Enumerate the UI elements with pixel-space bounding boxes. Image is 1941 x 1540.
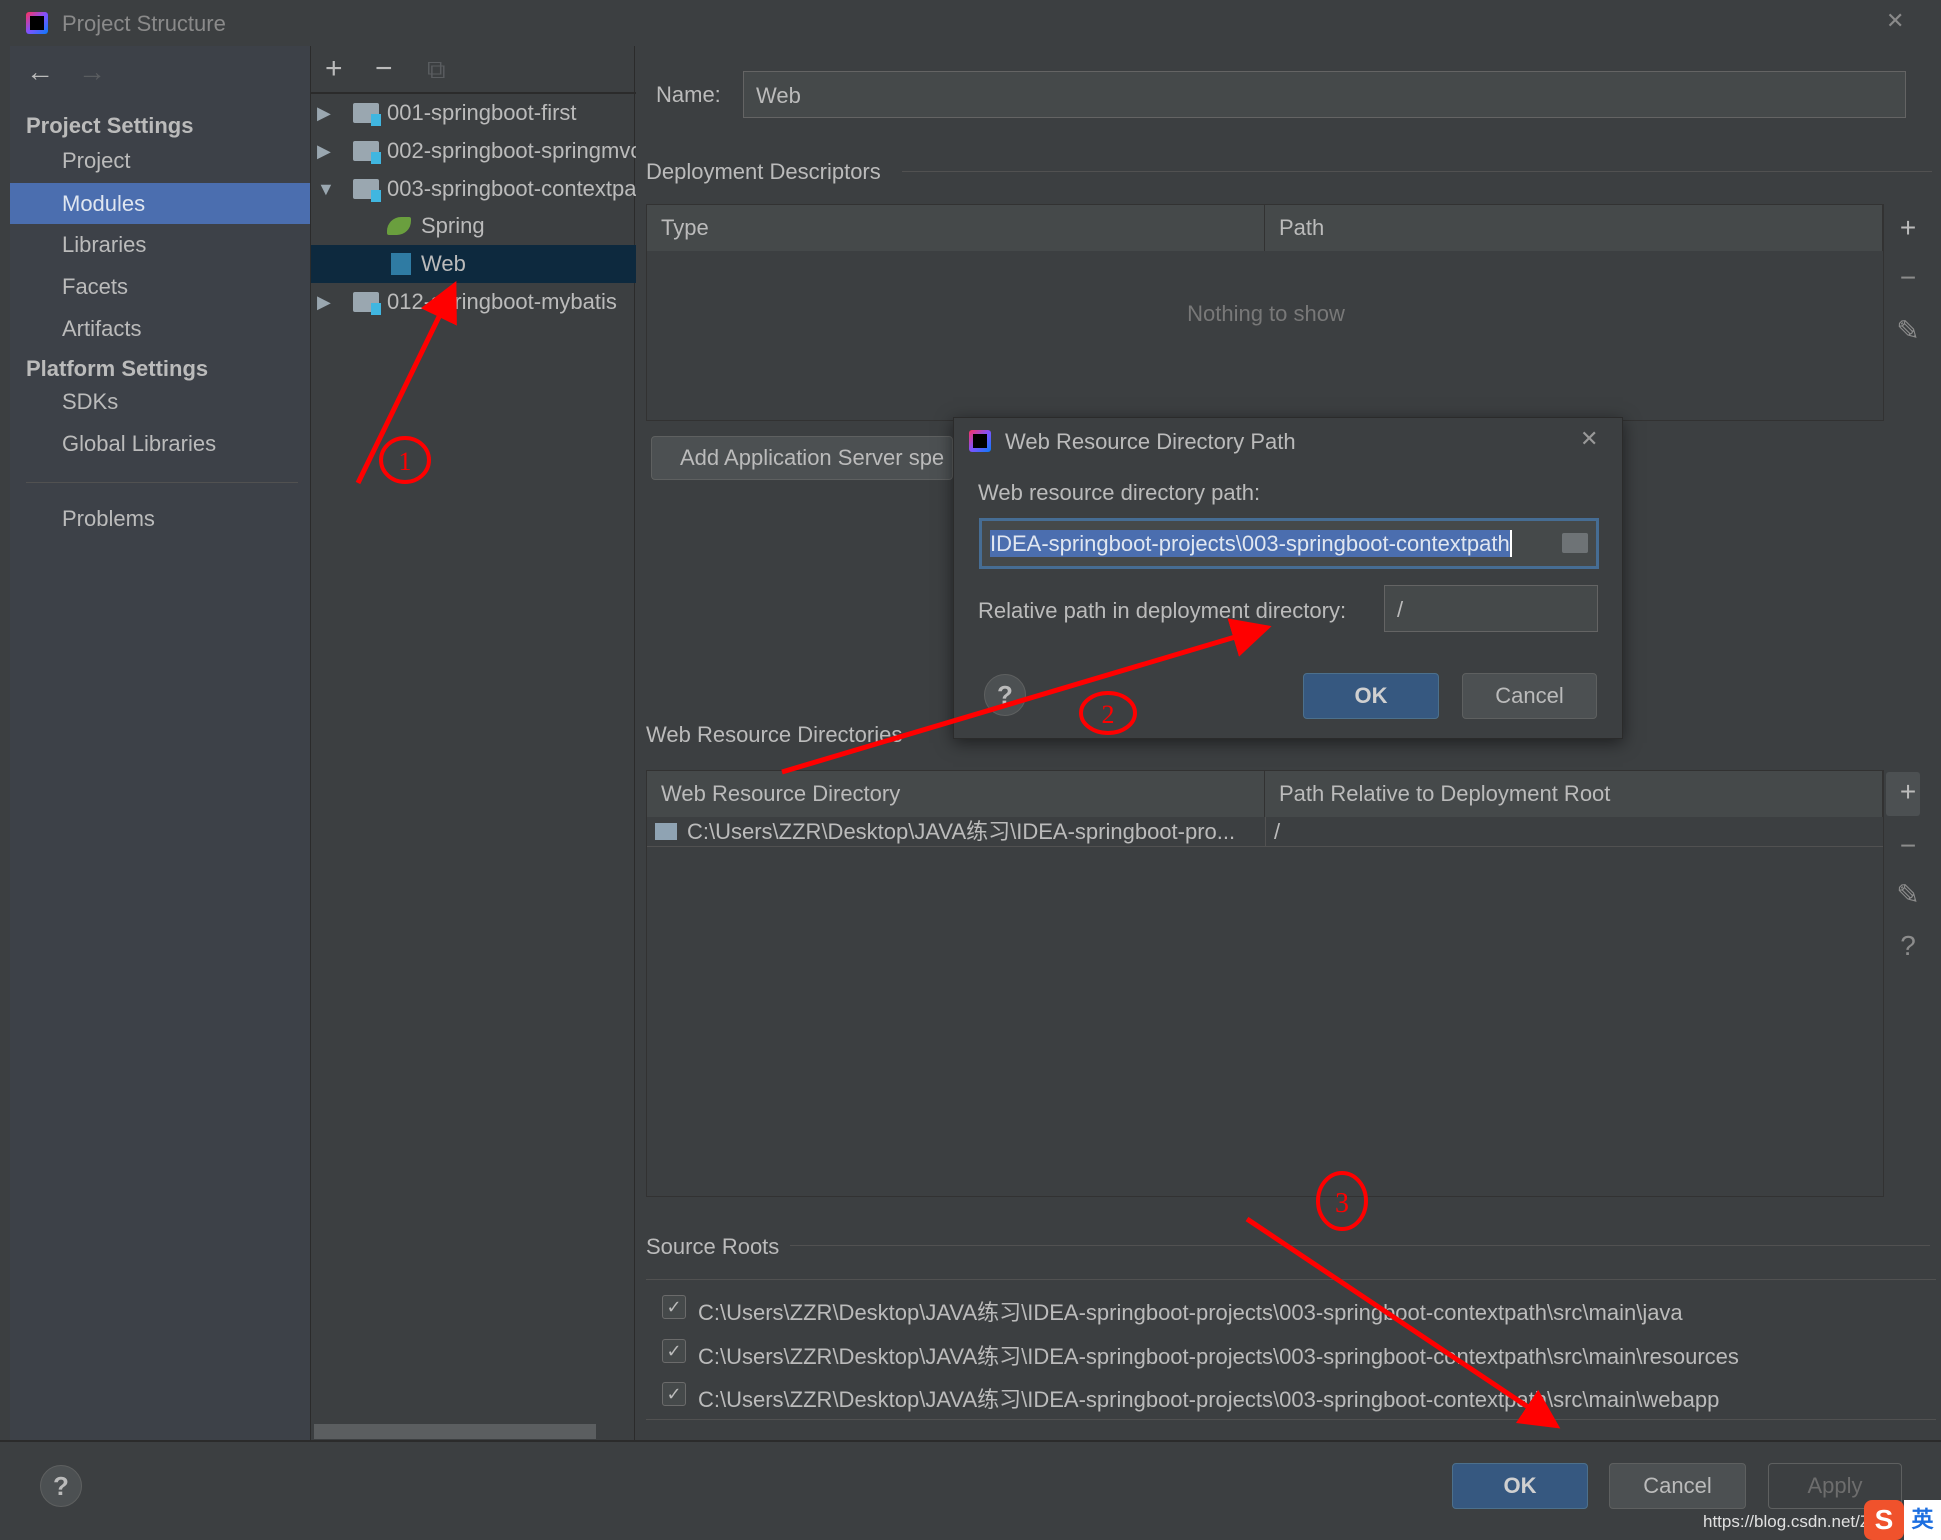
annotation-number-2: 2 — [1102, 700, 1115, 729]
annotation-arrow-2 — [781, 618, 1272, 775]
annotation-arrow-3 — [1245, 1216, 1561, 1429]
annotation-overlay: 1 2 3 — [355, 281, 1561, 1429]
annotation-number-1: 1 — [399, 447, 412, 476]
annotation-number-3: 3 — [1335, 1188, 1349, 1219]
